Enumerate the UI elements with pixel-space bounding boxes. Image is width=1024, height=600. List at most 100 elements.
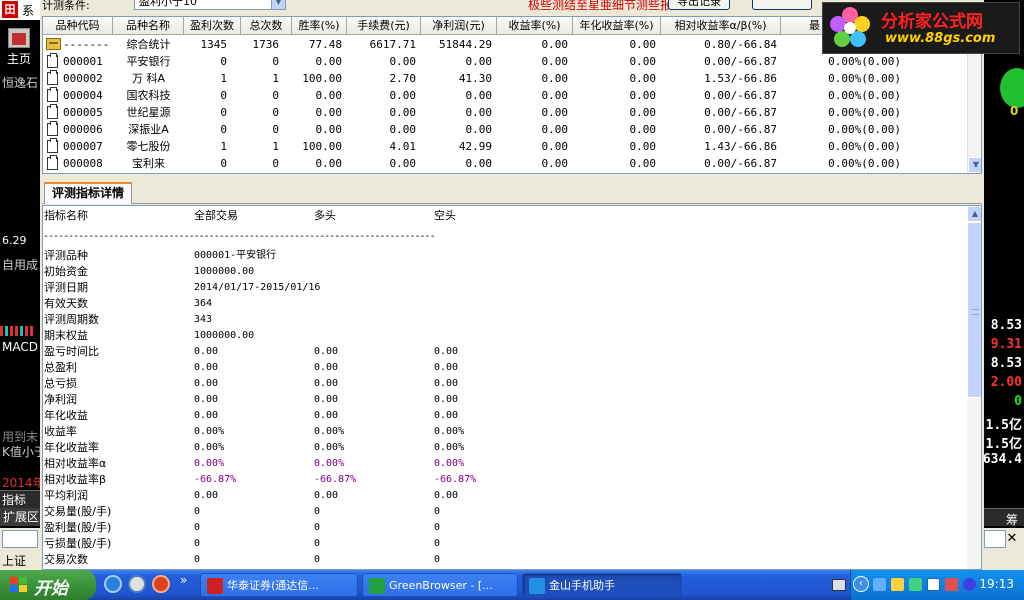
extension-area-label[interactable]: 扩展区 bbox=[0, 508, 40, 526]
media-icon[interactable] bbox=[152, 575, 170, 593]
cell-annual: 0.00 bbox=[629, 157, 657, 170]
market-label[interactable]: 上证 bbox=[2, 552, 26, 569]
scroll-thumb[interactable] bbox=[967, 222, 981, 398]
security-icon[interactable] bbox=[909, 578, 922, 591]
column-header-relative-return[interactable]: 相对收益率α/β(%) bbox=[661, 17, 781, 35]
close-icon[interactable]: ✕ bbox=[1004, 531, 1020, 547]
column-header-fee[interactable]: 手续费(元) bbox=[347, 17, 421, 35]
left-bottom-select[interactable] bbox=[2, 530, 38, 548]
cell-annual: 0.00 bbox=[629, 89, 657, 102]
cell-code: 000001 bbox=[63, 55, 103, 68]
cell-total: 0 bbox=[272, 123, 279, 136]
network-icon[interactable] bbox=[873, 578, 886, 591]
detail-all: 0.00 bbox=[194, 378, 219, 389]
export-records-button[interactable]: 导出记录 bbox=[668, 0, 730, 10]
chevron-down-icon[interactable]: ▼ bbox=[271, 0, 285, 9]
table-row[interactable]: 000001 平安银行 0 0 0.00 0.00 0.00 0.00 0.00 0.00/-66… bbox=[43, 53, 981, 70]
detail-label: 交易次数 bbox=[44, 553, 88, 566]
taskbar-item-huatai[interactable]: 华泰证券(通达信... bbox=[200, 573, 358, 597]
detail-short: 0 bbox=[434, 554, 441, 565]
detail-long: 0.00 bbox=[314, 346, 339, 357]
watermark-url: www.88gs.com bbox=[885, 31, 996, 46]
details-scrollbar[interactable]: ▲ bbox=[967, 206, 981, 569]
column-header-net-profit[interactable]: 净利润(元) bbox=[421, 17, 497, 35]
detail-all: 1000000.00 bbox=[194, 330, 255, 341]
table-row[interactable]: 000004 国农科技 0 0 0.00 0.00 0.00 0.00 0.00 0.00/-66… bbox=[43, 87, 981, 104]
detail-all: 0.00 bbox=[194, 490, 219, 501]
cell-fee: 2.70 bbox=[389, 72, 417, 85]
cell-code: 000005 bbox=[63, 106, 103, 119]
cell-ret: 0.00 bbox=[541, 38, 569, 51]
shield-icon[interactable] bbox=[927, 578, 940, 591]
column-header-wins[interactable]: 盈利次数 bbox=[184, 17, 241, 35]
indicator-tab[interactable]: 指标 bbox=[0, 490, 40, 508]
detail-label: 有效天数 bbox=[44, 297, 88, 310]
column-header-win-rate[interactable]: 胜率(%) bbox=[292, 17, 347, 35]
background-app-right: 0 8.53 9.31 8.53 2.00 0 1.5亿 1.5亿 634.4 … bbox=[984, 0, 1024, 570]
indicator-details-panel: 指标名称 全部交易 多头 空头 ------------------------… bbox=[42, 205, 982, 570]
macd-bars bbox=[0, 326, 40, 338]
cell-win: 1 bbox=[220, 140, 227, 153]
speaker-icon[interactable] bbox=[891, 578, 904, 591]
cell-extra: 0.00%(0.00) bbox=[828, 123, 901, 136]
internet-explorer-icon[interactable] bbox=[104, 575, 122, 593]
column-header-total[interactable]: 总次数 bbox=[241, 17, 292, 35]
column-header-name[interactable]: 品种名称 bbox=[113, 17, 184, 35]
detail-short: 0.00 bbox=[434, 346, 459, 357]
detail-label: 收益率 bbox=[44, 425, 77, 438]
detail-label: 净利润 bbox=[44, 393, 77, 406]
home-button[interactable]: 主页 bbox=[2, 28, 36, 68]
cell-profit: 51844.29 bbox=[439, 38, 492, 51]
table-row[interactable]: 000008 宝利来 0 0 0.00 0.00 0.00 0.00 0.00 0.00/-66.… bbox=[43, 155, 981, 172]
column-header-code[interactable]: 品种代码 bbox=[43, 17, 113, 35]
scroll-up-icon[interactable]: ▲ bbox=[967, 206, 981, 222]
bluetooth-icon[interactable] bbox=[963, 578, 976, 591]
cell-name: 世纪星源 bbox=[126, 106, 171, 119]
cell-win: 0 bbox=[220, 55, 227, 68]
detail-tab-bar: 评测指标详情 bbox=[42, 180, 982, 204]
keyboard-icon[interactable] bbox=[832, 579, 846, 591]
status-indicator-icon bbox=[1000, 68, 1024, 108]
details-header-all: 全部交易 bbox=[194, 209, 238, 222]
detail-all: -66.87% bbox=[194, 474, 237, 485]
table-row[interactable]: 000006 深振业A 0 0 0.00 0.00 0.00 0.00 0.00 0.00/-66… bbox=[43, 121, 981, 138]
table-row[interactable]: 000007 零七股份 1 1 100.00 4.01 42.99 0.00 0.00 1.43/… bbox=[43, 138, 981, 155]
taskbar-item-greenbrowser[interactable]: GreenBrowser - [... bbox=[362, 573, 518, 597]
column-header-return[interactable]: 收益率(%) bbox=[497, 17, 573, 35]
taskbar-item-phone-assistant[interactable]: 金山手机助手 bbox=[522, 573, 682, 597]
start-button[interactable]: 开始 bbox=[0, 570, 96, 600]
tab-indicator-details[interactable]: 评测指标详情 bbox=[44, 182, 132, 204]
cell-profit: 0.00 bbox=[465, 157, 493, 170]
scroll-down-icon[interactable]: ▼ bbox=[968, 157, 981, 173]
document-icon bbox=[47, 53, 58, 68]
cell-total: 0 bbox=[272, 89, 279, 102]
cell-profit: 0.00 bbox=[465, 55, 493, 68]
close-dialog-button[interactable] bbox=[752, 0, 812, 10]
table-row[interactable]: 000002 万 科A 1 1 100.00 2.70 41.30 0.00 0.00 1.53/… bbox=[43, 70, 981, 87]
column-header-annual-return[interactable]: 年化收益率(%) bbox=[573, 17, 661, 35]
browser-icon[interactable] bbox=[128, 575, 146, 593]
cell-ret: 0.00 bbox=[541, 55, 569, 68]
cell-fee: 4.01 bbox=[389, 140, 417, 153]
cell-profit: 42.99 bbox=[458, 140, 492, 153]
cell-profit: 0.00 bbox=[465, 106, 493, 119]
detail-all: 0.00 bbox=[194, 410, 219, 421]
taskbar-item-label: 金山手机助手 bbox=[549, 579, 615, 592]
chips-tab-label[interactable]: 筹 bbox=[1006, 511, 1018, 528]
cell-extra: 0.00%(0.00) bbox=[828, 157, 901, 170]
cell-relative: 0.00/-66.87 bbox=[704, 106, 777, 119]
document-icon bbox=[47, 155, 58, 170]
antivirus-icon[interactable] bbox=[945, 578, 958, 591]
table-row[interactable]: 000005 世纪星源 0 0 0.00 0.00 0.00 0.00 0.00 0.00/-66… bbox=[43, 104, 981, 121]
cell-name: 综合统计 bbox=[126, 38, 171, 51]
details-separator: ----------------------------------------… bbox=[43, 231, 436, 242]
detail-all: 0.00% bbox=[194, 458, 225, 469]
chevron-right-icon[interactable]: » bbox=[180, 573, 187, 587]
right-bottom-select[interactable] bbox=[984, 530, 1006, 548]
clock[interactable]: 19:13 bbox=[979, 577, 1014, 591]
cell-fee: 0.00 bbox=[389, 123, 417, 136]
logo-mark-icon: 田 bbox=[2, 1, 18, 18]
taskbar: 开始 » 华泰证券(通达信... GreenBrowser - [... 金山手… bbox=[0, 570, 1024, 600]
chevron-left-icon[interactable]: ‹ bbox=[853, 576, 869, 592]
condition-select[interactable]: 盈利小于10 ▼ bbox=[134, 0, 286, 10]
